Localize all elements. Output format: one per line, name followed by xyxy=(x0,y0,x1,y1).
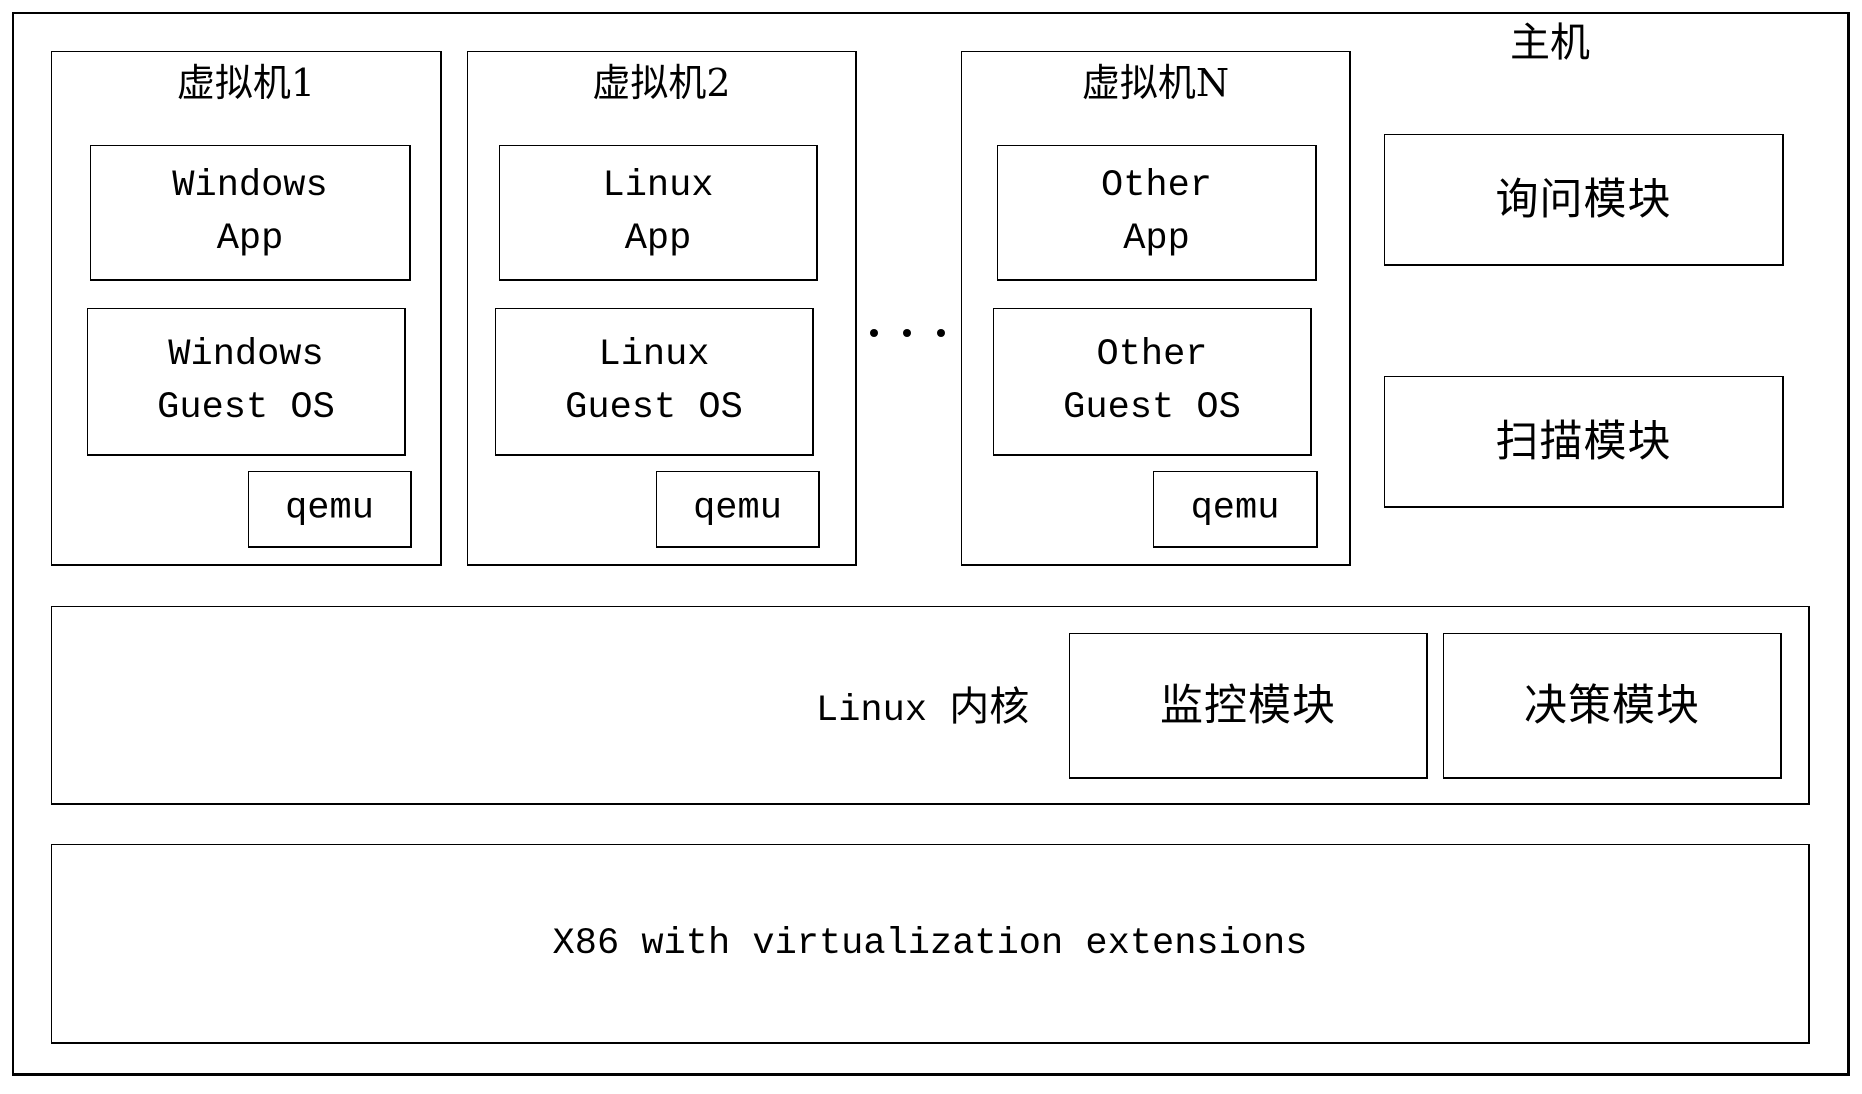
scan-module-label: 扫描模块 xyxy=(1495,416,1672,467)
vmn-guest-os-label: Other Guest OS xyxy=(1063,333,1241,429)
ellipsis-dot xyxy=(937,329,945,337)
vm2-guest-os-label: Linux Guest OS xyxy=(565,333,743,429)
monitor-module-label: 监控模块 xyxy=(1160,680,1336,731)
vm2-qemu-box: qemu xyxy=(656,471,820,548)
vm1-app-label: Windows App xyxy=(172,164,328,260)
vm1-guest-os-label: Windows Guest OS xyxy=(157,333,335,429)
vmn-qemu-label: qemu xyxy=(1190,487,1280,530)
vmn-guest-os-box: Other Guest OS xyxy=(993,308,1312,456)
vm2-guest-os-box: Linux Guest OS xyxy=(495,308,814,456)
scan-module-box: 扫描模块 xyxy=(1384,376,1784,508)
host-label: 主机 xyxy=(1510,20,1590,66)
vm1-app-box: Windows App xyxy=(90,145,411,281)
vm-title: 虚拟机1 xyxy=(176,61,316,105)
vm-title: 虚拟机N xyxy=(1081,61,1230,105)
kernel-label-latin: Linux xyxy=(816,690,950,732)
kernel-label: Linux 内核 xyxy=(816,682,1029,732)
inquiry-module-label: 询问模块 xyxy=(1495,174,1672,225)
vm2-app-label: Linux App xyxy=(602,164,714,260)
vm2-app-box: Linux App xyxy=(499,145,818,281)
vmn-app-box: Other App xyxy=(997,145,1317,281)
monitor-module-box: 监控模块 xyxy=(1069,633,1428,779)
hardware-layer: X86 with virtualization extensions xyxy=(51,844,1810,1044)
inquiry-module-box: 询问模块 xyxy=(1384,134,1784,266)
ellipsis-dot xyxy=(870,329,878,337)
vm1-guest-os-box: Windows Guest OS xyxy=(87,308,406,456)
vm2-qemu-label: qemu xyxy=(693,487,782,530)
ellipsis-dot xyxy=(903,329,911,337)
decision-module-label: 决策模块 xyxy=(1524,680,1700,731)
decision-module-box: 决策模块 xyxy=(1443,633,1782,779)
vm-title: 虚拟机2 xyxy=(592,61,731,105)
hardware-label: X86 with virtualization extensions xyxy=(552,922,1308,965)
vm1-qemu-label: qemu xyxy=(285,487,374,530)
vmn-app-label: Other App xyxy=(1100,164,1213,260)
vm1-qemu-box: qemu xyxy=(248,471,412,548)
vmn-qemu-box: qemu xyxy=(1153,471,1318,548)
kernel-label-cn: 内核 xyxy=(949,684,1030,730)
